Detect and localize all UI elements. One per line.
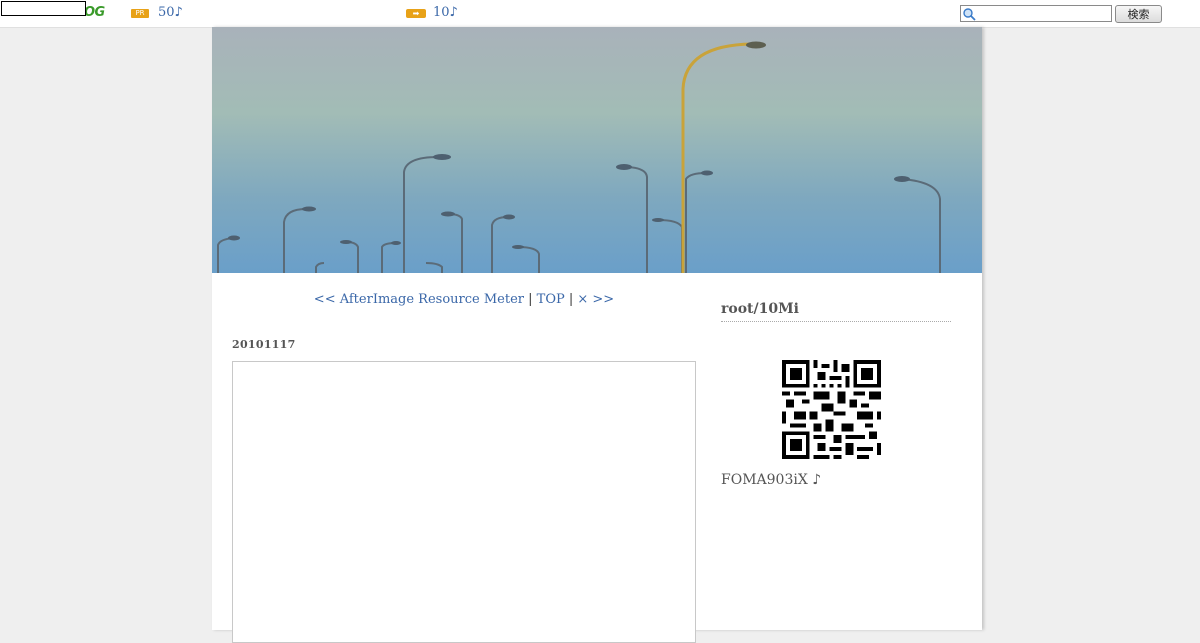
logo-overlay-box bbox=[1, 1, 86, 16]
search-icon bbox=[963, 8, 976, 21]
mobile-info-text: FOMA903iX ♪ bbox=[721, 472, 822, 488]
search-button[interactable]: 検索 bbox=[1115, 5, 1162, 23]
top-link[interactable]: TOP bbox=[537, 292, 565, 307]
next-entry-link[interactable]: × >> bbox=[577, 292, 614, 307]
search-box[interactable] bbox=[960, 5, 1112, 22]
nav-separator: | bbox=[564, 292, 578, 307]
pr-badge: PR bbox=[131, 9, 149, 18]
page-container: << AfterImage Resource Meter | TOP | × >… bbox=[212, 27, 982, 643]
entry-date: 20101117 bbox=[232, 338, 296, 351]
prev-entry-link[interactable]: << AfterImage Resource Meter bbox=[314, 292, 524, 307]
qr-code-image bbox=[782, 360, 881, 459]
arrow-right-icon: ➡ bbox=[406, 9, 426, 18]
top-bar: SeesaaBLOG PR 50♪ ➡ 10♪ 検索 bbox=[0, 0, 1200, 28]
header-image bbox=[212, 27, 982, 273]
nav-separator: | bbox=[524, 292, 537, 307]
entry-navigation: << AfterImage Resource Meter | TOP | × >… bbox=[212, 292, 716, 307]
pr-link[interactable]: 50♪ bbox=[158, 5, 183, 20]
entry-content-frame bbox=[232, 361, 696, 643]
sidebar-title: root/10Mi bbox=[721, 301, 951, 322]
promo-link[interactable]: 10♪ bbox=[433, 5, 458, 20]
search-input[interactable] bbox=[978, 6, 1110, 21]
